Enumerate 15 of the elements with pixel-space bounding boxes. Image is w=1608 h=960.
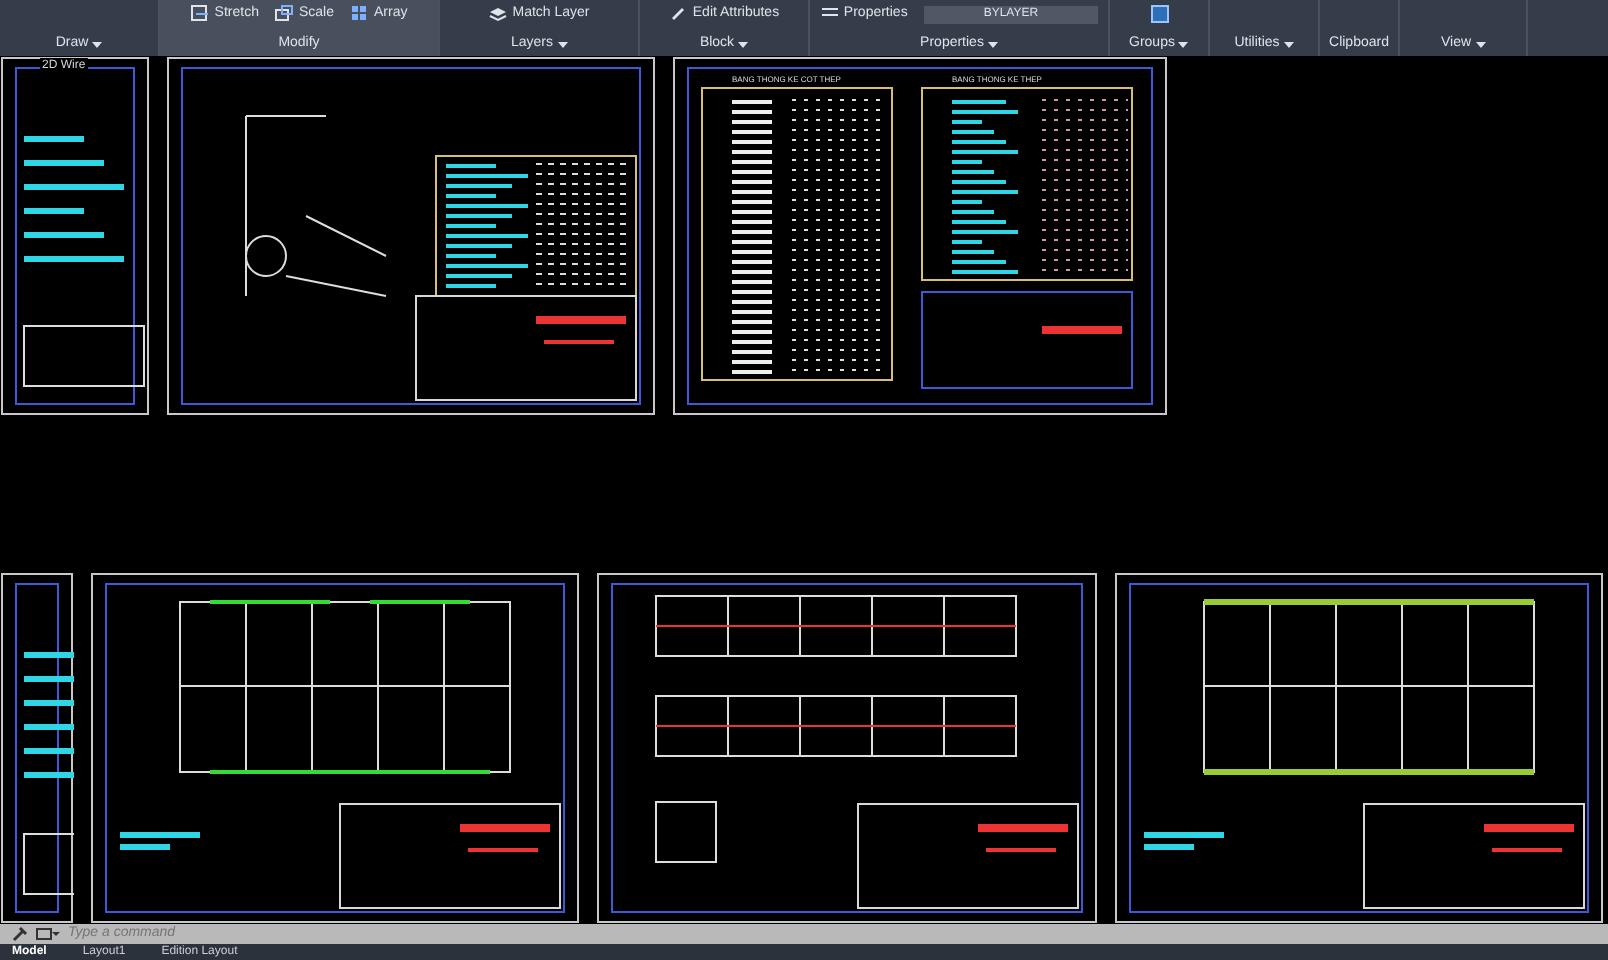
- layers-icon: [488, 4, 509, 24]
- caret-icon[interactable]: [1178, 41, 1189, 47]
- command-history-icon[interactable]: [36, 926, 60, 942]
- caret-icon[interactable]: [738, 41, 749, 47]
- wrench-icon[interactable]: [12, 926, 28, 942]
- caret-icon[interactable]: [1475, 41, 1486, 47]
- array-icon: [349, 4, 370, 24]
- caret-icon[interactable]: [1283, 41, 1294, 47]
- pencil-icon: [668, 4, 689, 24]
- caret-icon[interactable]: [92, 41, 103, 47]
- caret-icon[interactable]: [557, 41, 567, 47]
- group-icon[interactable]: [1149, 4, 1169, 24]
- scale-icon: [274, 4, 295, 24]
- caret-icon[interactable]: [987, 41, 998, 47]
- stretch-icon: [190, 4, 211, 24]
